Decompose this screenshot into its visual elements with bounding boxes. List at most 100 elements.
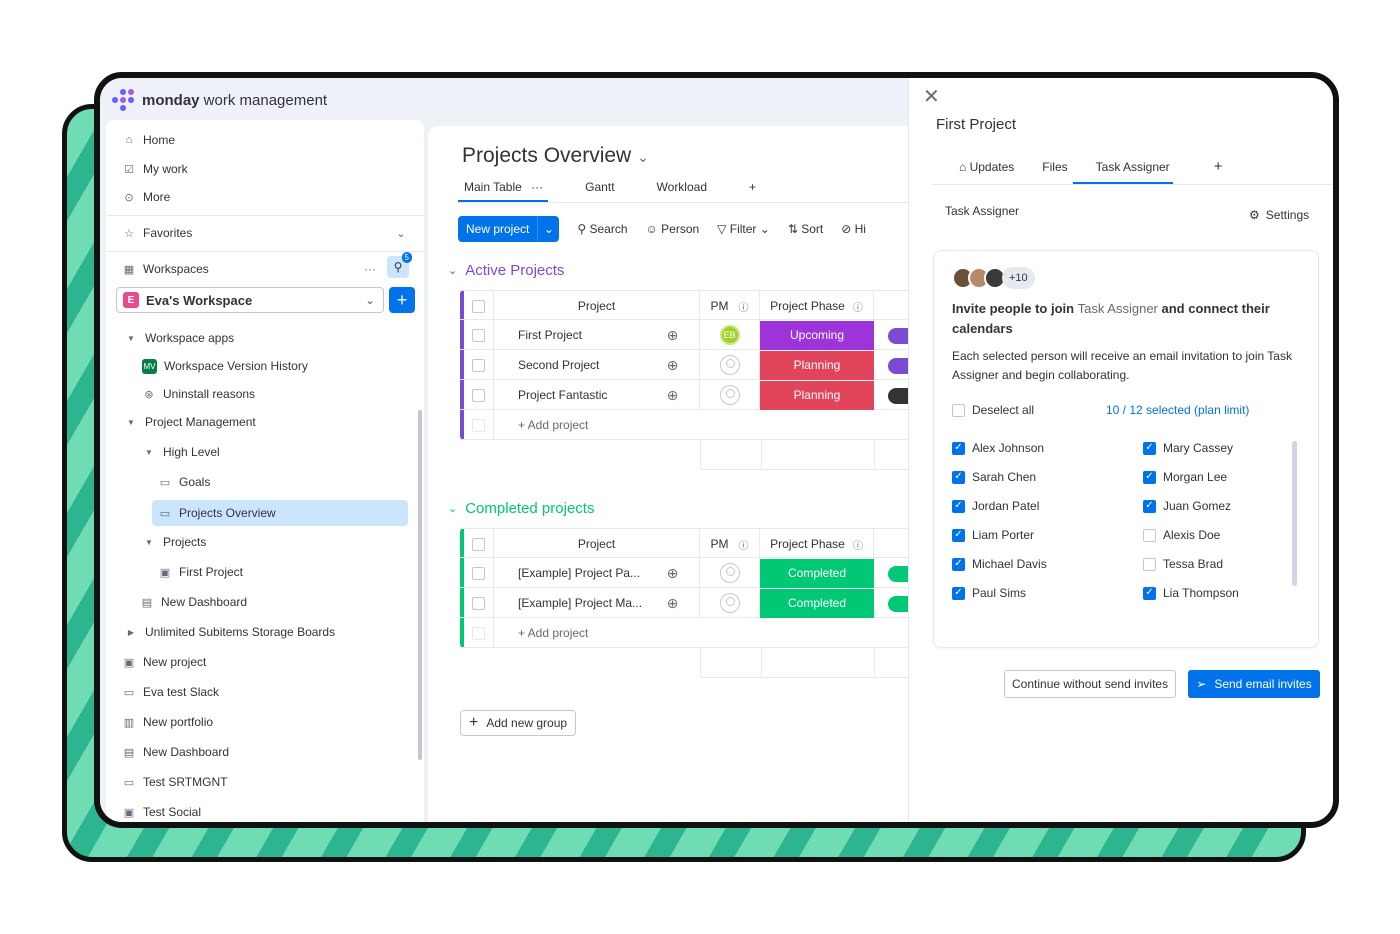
checkbox-checked-icon[interactable]: ✓ xyxy=(952,441,965,455)
add-workspace-button[interactable]: + xyxy=(389,287,415,313)
table-row[interactable]: First Project ⊕ EB Upcoming xyxy=(460,320,908,350)
sidebar-item-home[interactable]: ⌂ Home xyxy=(122,129,175,151)
next-column-status[interactable] xyxy=(888,566,908,582)
sidebar-item-eva-test-slack[interactable]: ▭ Eva test Slack xyxy=(122,681,219,703)
more-options-icon[interactable]: ··· xyxy=(364,258,376,280)
group-title-completed[interactable]: ⌄ Completed projects xyxy=(448,500,594,517)
pm-avatar[interactable]: EB xyxy=(719,325,740,345)
sidebar-item-more[interactable]: ⊙ More xyxy=(122,186,170,208)
tab-files[interactable]: Files xyxy=(1028,160,1081,183)
add-update-icon[interactable]: ⊕ xyxy=(646,558,700,588)
table-row[interactable]: [Example] Project Pa... ⊕ Completed xyxy=(460,558,908,588)
phase-status[interactable]: Completed xyxy=(760,588,874,618)
row-checkbox[interactable] xyxy=(472,566,485,580)
sidebar-item-new-dashboard[interactable]: ▤ New Dashboard xyxy=(140,591,247,613)
person-checkbox[interactable]: ✓ Paul Sims xyxy=(952,586,1026,600)
select-all-checkbox[interactable] xyxy=(472,537,485,551)
checkbox-checked-icon[interactable]: ✓ xyxy=(1143,499,1156,513)
checkbox-checked-icon[interactable]: ✓ xyxy=(952,528,965,542)
settings-button[interactable]: ⚙ Settings xyxy=(1249,208,1309,222)
checkbox-checked-icon[interactable]: ✓ xyxy=(1143,586,1156,600)
table-row[interactable]: Project Fantastic ⊕ Planning xyxy=(460,380,908,410)
sort-button[interactable]: ⇅ Sort xyxy=(788,222,823,236)
filter-button[interactable]: ▽ Filter ⌄ xyxy=(717,222,770,236)
select-all-checkbox[interactable] xyxy=(472,299,485,313)
tab-updates[interactable]: ⌂ Updates xyxy=(945,160,1028,183)
checkbox-empty-icon[interactable] xyxy=(1143,528,1156,542)
checkbox-checked-icon[interactable]: ✓ xyxy=(952,499,965,513)
new-project-button[interactable]: New project ⌄ xyxy=(458,216,560,242)
close-icon[interactable]: ✕ xyxy=(923,84,940,109)
person-checkbox[interactable]: ✓ Liam Porter xyxy=(952,528,1034,542)
row-checkbox[interactable] xyxy=(472,328,485,342)
sidebar-item-test-srtmgnt[interactable]: ▭ Test SRTMGNT xyxy=(122,771,228,793)
add-update-icon[interactable]: ⊕ xyxy=(646,588,700,618)
next-column-status[interactable] xyxy=(888,596,908,612)
empty-avatar-icon[interactable] xyxy=(719,385,740,405)
sidebar-item-my-work[interactable]: ☑ My work xyxy=(122,158,188,180)
list-scrollbar[interactable] xyxy=(1292,441,1297,586)
checkbox-checked-icon[interactable]: ✓ xyxy=(952,557,965,571)
empty-avatar-icon[interactable] xyxy=(719,355,740,375)
search-workspaces-button[interactable]: ⚲ 5 xyxy=(387,252,412,278)
send-email-invites-button[interactable]: ➢ Send email invites xyxy=(1188,670,1320,698)
table-row[interactable]: [Example] Project Ma... ⊕ Completed xyxy=(460,588,908,618)
sidebar-item-workspaces[interactable]: ▦ Workspaces xyxy=(122,258,209,280)
project-name[interactable]: [Example] Project Pa... xyxy=(494,558,646,588)
person-checkbox[interactable]: ✓ Lia Thompson xyxy=(1143,586,1239,600)
phase-status[interactable]: Planning xyxy=(760,350,874,380)
phase-status[interactable]: Completed xyxy=(760,558,874,588)
sidebar-item-goals[interactable]: ▭ Goals xyxy=(158,471,211,493)
checkbox-checked-icon[interactable]: ✓ xyxy=(1143,470,1156,484)
person-checkbox[interactable]: ✓ Sarah Chen xyxy=(952,470,1036,484)
sidebar-item-first-project[interactable]: ▣ First Project xyxy=(158,561,243,583)
project-name[interactable]: Project Fantastic xyxy=(494,380,646,410)
workspace-selector[interactable]: E Eva's Workspace ⌄ xyxy=(116,287,384,313)
tab-workload[interactable]: Workload xyxy=(651,178,713,200)
hide-button[interactable]: ⊘ Hi xyxy=(841,222,866,236)
checkbox-empty-icon[interactable] xyxy=(1143,557,1156,571)
sidebar-item-unlimited-subitems[interactable]: ▶ Unlimited Subitems Storage Boards xyxy=(124,621,335,643)
phase-status[interactable]: Upcoming xyxy=(760,320,874,350)
tab-gantt[interactable]: Gantt xyxy=(579,178,620,200)
sidebar-item-favorites[interactable]: ☆ Favorites xyxy=(122,222,192,244)
project-name[interactable]: [Example] Project Ma... xyxy=(494,588,646,618)
next-column-status[interactable] xyxy=(888,358,908,374)
project-name[interactable]: Second Project xyxy=(494,350,646,380)
sidebar-item-version-history[interactable]: MV Workspace Version History xyxy=(142,355,308,377)
continue-without-invites-button[interactable]: Continue without send invites xyxy=(1004,670,1177,698)
chevron-down-icon[interactable]: ⌄ xyxy=(537,216,559,242)
sidebar-item-high-level[interactable]: ▼ High Level xyxy=(142,441,220,463)
add-update-icon[interactable]: ⊕ xyxy=(646,320,700,350)
checkbox-checked-icon[interactable]: ✓ xyxy=(952,586,965,600)
sidebar-item-new-portfolio[interactable]: ▥ New portfolio xyxy=(122,711,213,733)
add-project-row[interactable]: + Add project xyxy=(460,410,908,440)
person-checkbox[interactable]: ✓ Morgan Lee xyxy=(1143,470,1227,484)
person-filter-button[interactable]: ☺ Person xyxy=(646,222,700,236)
next-column-status[interactable] xyxy=(888,388,908,404)
sidebar-item-projects-overview[interactable]: ▭ Projects Overview xyxy=(152,500,408,526)
sidebar-item-new-project[interactable]: ▣ New project xyxy=(122,651,207,673)
sidebar-item-projects[interactable]: ▼ Projects xyxy=(142,531,206,553)
add-project-row[interactable]: + Add project xyxy=(460,618,908,648)
row-checkbox[interactable] xyxy=(472,596,485,610)
row-checkbox[interactable] xyxy=(472,358,485,372)
person-checkbox[interactable]: ✓ Jordan Patel xyxy=(952,499,1039,513)
empty-avatar-icon[interactable] xyxy=(719,593,740,613)
next-column-status[interactable] xyxy=(888,328,908,344)
person-checkbox[interactable]: Alexis Doe xyxy=(1143,528,1220,542)
person-checkbox[interactable]: ✓ Michael Davis xyxy=(952,557,1047,571)
checkbox-checked-icon[interactable]: ✓ xyxy=(1143,441,1156,455)
add-tab-button[interactable]: + xyxy=(1184,158,1237,183)
group-title-active[interactable]: ⌄ Active Projects xyxy=(448,262,564,279)
chevron-down-icon[interactable]: ⌄ xyxy=(394,222,408,244)
sidebar-item-project-management[interactable]: ▼ Project Management xyxy=(124,411,256,433)
add-update-icon[interactable]: ⊕ xyxy=(646,380,700,410)
person-checkbox[interactable]: ✓ Mary Cassey xyxy=(1143,441,1233,455)
chevron-down-icon[interactable]: ⌄ xyxy=(637,149,649,165)
sidebar-item-workspace-apps[interactable]: ▼ Workspace apps xyxy=(124,327,234,349)
sidebar-item-test-social[interactable]: ▣ Test Social xyxy=(122,801,201,822)
deselect-all-checkbox[interactable]: Deselect all xyxy=(952,403,1034,417)
person-checkbox[interactable]: Tessa Brad xyxy=(1143,557,1223,571)
add-view-button[interactable]: + xyxy=(743,178,762,200)
